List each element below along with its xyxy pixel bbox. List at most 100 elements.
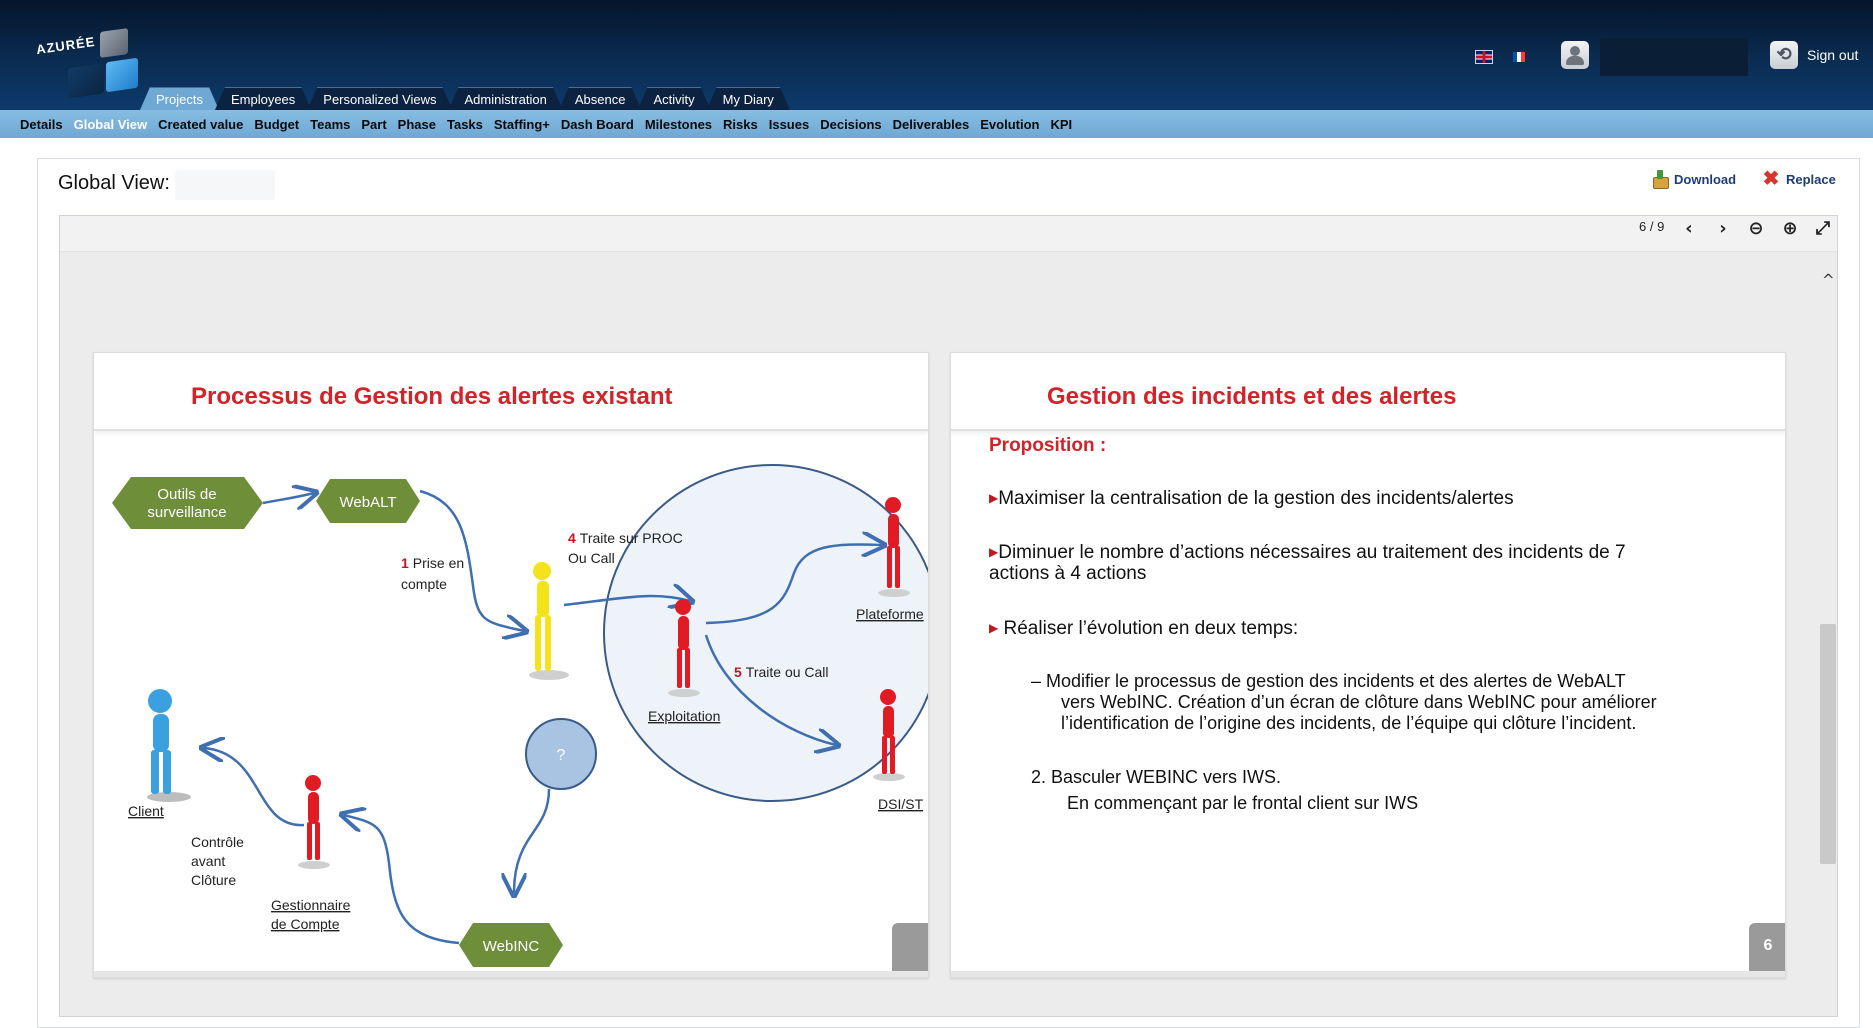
- bullet-arrow-icon: ▶: [989, 621, 999, 635]
- sub-item-continued: En commençant par le frontal client sur …: [1067, 793, 1419, 813]
- scroll-up-icon[interactable]: ^: [1822, 271, 1835, 289]
- zoom-in-icon[interactable]: ⊕: [1779, 218, 1801, 240]
- subnav-staffing[interactable]: Staffing+: [494, 117, 550, 132]
- sign-out-icon[interactable]: ⟲: [1770, 41, 1798, 69]
- tab-absence[interactable]: Absence: [559, 87, 642, 110]
- traite4-line-2: Ou Call: [568, 550, 615, 566]
- document-name-field: [175, 170, 275, 200]
- bullet-item: ▶Maximiser la centralisation de la gesti…: [989, 488, 1514, 509]
- subnav-part[interactable]: Part: [361, 117, 386, 132]
- tab-activity[interactable]: Activity: [637, 87, 710, 110]
- zoom-out-icon[interactable]: ⊖: [1745, 218, 1767, 240]
- tab-personalized-views[interactable]: Personalized Views: [307, 87, 452, 110]
- subnav-details[interactable]: Details: [20, 117, 63, 132]
- viewer-toolbar: 6 / 9 ‹ › ⊖ ⊕ ⤢: [60, 216, 1837, 252]
- logo-square-grey: [100, 28, 128, 58]
- expand-icon[interactable]: ⤢: [1812, 218, 1834, 240]
- traite4-line-1: Traite sur PROC: [580, 530, 683, 546]
- traite4-number: 4: [568, 530, 576, 546]
- prise-line-2: compte: [401, 576, 447, 592]
- subnav-tasks[interactable]: Tasks: [447, 117, 483, 132]
- slide-footer: [94, 971, 928, 977]
- process-diagram: Outils de surveillance WebALT WebINC ? 1…: [112, 464, 928, 967]
- slide-title: Gestion des incidents et des alertes: [1047, 383, 1457, 410]
- yellow-figure: [529, 562, 569, 680]
- gestionnaire-line-1: Gestionnaire: [271, 897, 351, 913]
- webalt-label: WebALT: [340, 494, 397, 511]
- exploitation-label: Exploitation: [648, 708, 720, 724]
- svg-text:4Traite sur PROC: 4 Traite sur PROC: [568, 530, 683, 546]
- previous-page-icon[interactable]: ‹: [1678, 218, 1700, 240]
- subnav-budget[interactable]: Budget: [254, 117, 299, 132]
- outils-label-2: surveillance: [147, 504, 226, 521]
- subnav-global-view[interactable]: Global View: [74, 117, 147, 132]
- azuree-logo[interactable]: AZURÉE: [28, 22, 148, 102]
- sub-item: – Modifier le processus de gestion des i…: [1031, 671, 1626, 691]
- question-label: ?: [557, 747, 566, 764]
- viewer-scrollbar[interactable]: [1820, 624, 1836, 864]
- slide-header: Gestion des incidents et des alertes: [951, 353, 1785, 431]
- webinc-label: WebINC: [483, 938, 540, 955]
- slide-right: Gestion des incidents et des alertes Pro…: [950, 352, 1786, 978]
- download-label: Download: [1674, 171, 1737, 187]
- page-counter: 6 / 9: [1639, 219, 1665, 234]
- download-button[interactable]: Download: [1652, 170, 1737, 189]
- traite5-text: Traite ou Call: [746, 664, 829, 680]
- svg-text:5Traite ou Call: 5 Traite ou Call: [734, 664, 829, 680]
- proposition-heading: Proposition :: [989, 435, 1107, 456]
- subnav-kpi[interactable]: KPI: [1050, 117, 1072, 132]
- subnav-risks[interactable]: Risks: [723, 117, 758, 132]
- subnav-milestones[interactable]: Milestones: [645, 117, 712, 132]
- controle-line-1: Contrôle: [191, 834, 244, 850]
- sub-item-continued: l’identification de l’origine des incide…: [1061, 713, 1637, 733]
- sub-nav: Details Global View Created value Budget…: [0, 110, 1873, 138]
- user-name-field: [1600, 38, 1748, 76]
- main-tabs: Projects Employees Personalized Views Ad…: [140, 87, 786, 110]
- sub-item: 2. Basculer WEBINC vers IWS.: [1031, 767, 1282, 787]
- tab-administration[interactable]: Administration: [449, 87, 563, 110]
- svg-text:1Prise en: 1 Prise en: [401, 555, 464, 571]
- subnav-issues[interactable]: Issues: [769, 117, 809, 132]
- bullet-arrow-icon: ▶: [989, 491, 999, 505]
- replace-label: Replace: [1786, 171, 1836, 187]
- prise-line-1: Prise en: [413, 555, 464, 571]
- app-header: AZURÉE ⟲ Sign out Projects Employees Per…: [0, 0, 1873, 110]
- gestionnaire-line-2: de Compte: [271, 916, 340, 932]
- subnav-phase[interactable]: Phase: [398, 117, 436, 132]
- user-profile-icon[interactable]: [1561, 41, 1589, 69]
- dsi-label: DSI/ST: [878, 796, 924, 812]
- page-title: Global View:: [58, 172, 170, 194]
- download-icon: [1652, 170, 1669, 189]
- sign-out-link[interactable]: Sign out: [1807, 47, 1858, 63]
- uk-flag-icon[interactable]: [1475, 50, 1493, 64]
- logo-text: AZURÉE: [35, 33, 97, 58]
- logo-square-dark: [68, 63, 104, 99]
- replace-icon: ✖: [1762, 168, 1780, 190]
- platform-circle: [603, 464, 928, 802]
- controle-line-3: Clôture: [191, 872, 236, 888]
- client-label: Client: [128, 803, 164, 819]
- prise-number: 1: [401, 555, 409, 571]
- subnav-deliverables[interactable]: Deliverables: [893, 117, 970, 132]
- subnav-created-value[interactable]: Created value: [158, 117, 243, 132]
- france-flag-icon[interactable]: [1513, 52, 1525, 62]
- subnav-evolution[interactable]: Evolution: [980, 117, 1039, 132]
- subnav-dash-board[interactable]: Dash Board: [561, 117, 634, 132]
- replace-button[interactable]: ✖ Replace: [1762, 168, 1836, 190]
- bullet-item-continued: actions à 4 actions: [989, 563, 1147, 584]
- outils-hexagon: [112, 477, 263, 529]
- client-figure: [147, 689, 191, 802]
- tab-projects[interactable]: Projects: [140, 87, 219, 110]
- tab-employees[interactable]: Employees: [215, 87, 311, 110]
- gestionnaire-figure: [298, 775, 330, 869]
- plateforme-label: Plateforme: [856, 606, 924, 622]
- subnav-teams[interactable]: Teams: [310, 117, 350, 132]
- tab-my-diary[interactable]: My Diary: [707, 87, 790, 110]
- subnav-decisions[interactable]: Decisions: [820, 117, 881, 132]
- bullet-arrow-icon: ▶: [989, 545, 999, 559]
- slide-page-tab: [892, 923, 928, 977]
- document-viewer[interactable]: 6 / 9 ‹ › ⊖ ⊕ ⤢ ^ Processus de Gestion d…: [59, 215, 1838, 1017]
- bullet-item: ▶Diminuer le nombre d’actions nécessaire…: [989, 542, 1626, 563]
- next-page-icon[interactable]: ›: [1712, 218, 1734, 240]
- logo-square-blue: [106, 57, 138, 93]
